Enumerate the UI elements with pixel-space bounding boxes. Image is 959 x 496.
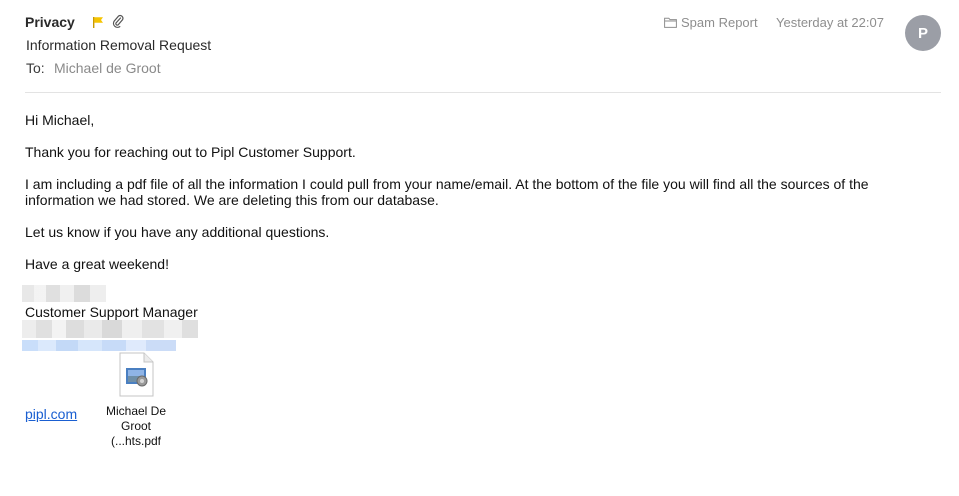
attachment-name-line-2: Groot (...hts.pdf — [110, 419, 162, 448]
folder-icon — [664, 17, 677, 28]
mailbox-name: Spam Report — [681, 15, 758, 30]
header-divider — [25, 92, 941, 93]
email-subject: Information Removal Request — [26, 37, 212, 53]
body-line-4: Have a great weekend! — [25, 256, 169, 272]
message-header: Privacy Information Removal Request To: … — [0, 0, 959, 93]
body-line-2: I am including a pdf file of all the inf… — [25, 176, 869, 208]
to-label: To: — [26, 60, 45, 76]
body-line-1: Thank you for reaching out to Pipl Custo… — [25, 144, 356, 160]
mailbox-location[interactable]: Spam Report — [664, 15, 758, 30]
paperclip-icon — [112, 14, 124, 28]
redacted-signature-name — [22, 285, 106, 302]
sender-name[interactable]: Privacy — [25, 14, 75, 30]
received-datetime: Yesterday at 22:07 — [776, 15, 884, 30]
flag-icon[interactable] — [92, 16, 104, 28]
pdf-file-icon — [119, 352, 154, 397]
greeting: Hi Michael, — [25, 112, 95, 128]
body-line-3: Let us know if you have any additional q… — [25, 224, 330, 240]
attachment-name-line-1: Michael De — [105, 404, 167, 418]
redacted-signature-contact — [22, 320, 198, 338]
recipient-name[interactable]: Michael de Groot — [54, 60, 161, 76]
pipl-link[interactable]: pipl.com — [25, 406, 77, 422]
pdf-attachment[interactable]: Michael De Groot (...hts.pdf — [95, 352, 177, 449]
sender-avatar[interactable]: P — [905, 15, 941, 51]
signature-title: Customer Support Manager — [25, 304, 198, 320]
attachment-name: Michael De Groot (...hts.pdf — [95, 404, 177, 449]
redacted-signature-link — [22, 340, 176, 351]
